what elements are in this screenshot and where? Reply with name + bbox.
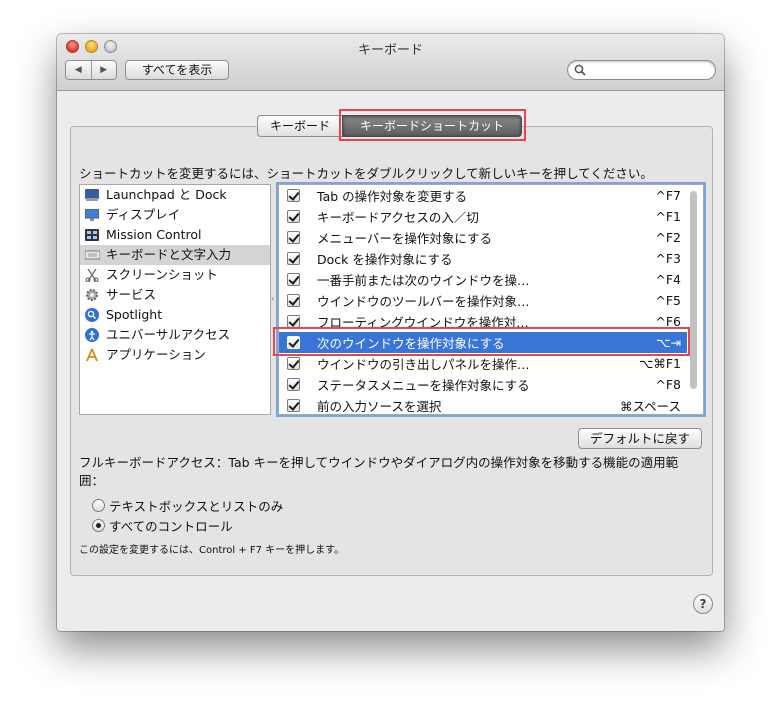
- full-keyboard-access-label: フルキーボードアクセス：Tab キーを押してウインドウやダイアログ内の操作対象を…: [79, 455, 679, 488]
- instruction-text: ショートカットを変更するには、ショートカットをダブルクリックして新しいキーを押し…: [79, 166, 653, 181]
- category-item[interactable]: ユニバーサルアクセス: [80, 325, 270, 345]
- shortcut-checkbox[interactable]: [287, 210, 300, 223]
- screenshot-icon: [84, 267, 100, 283]
- category-item[interactable]: スクリーンショット: [80, 265, 270, 285]
- accessibility-icon: [84, 327, 100, 343]
- shortcut-list: Tab の操作対象を変更する ^F7 キーボードアクセスの入／切 ^F1 メニュ…: [278, 184, 704, 415]
- shortcut-row-selected[interactable]: 次のウインドウを操作対象にする ⌥⇥: [279, 332, 687, 353]
- shortcut-row[interactable]: 一番手前または次のウインドウを操… ^F4: [279, 269, 687, 290]
- shortcut-row[interactable]: ステータスメニューを操作対象にする ^F8: [279, 374, 687, 395]
- shortcut-row[interactable]: Dock を操作対象にする ^F3: [279, 248, 687, 269]
- shortcut-checkbox[interactable]: [287, 231, 300, 244]
- display-icon: [84, 207, 100, 223]
- radio-button[interactable]: [92, 519, 105, 532]
- shortcut-row[interactable]: ウインドウの引き出しパネルを操作… ⌥⌘F1: [279, 353, 687, 374]
- spotlight-icon: [84, 307, 100, 323]
- shortcut-checkbox[interactable]: [287, 273, 300, 286]
- app-store-icon: [84, 347, 100, 363]
- category-item-selected[interactable]: キーボードと文字入力: [80, 245, 270, 265]
- shortcut-checkbox[interactable]: [287, 399, 300, 412]
- shortcut-checkbox[interactable]: [287, 315, 300, 328]
- title-bar: キーボード ◀ ▶ すべてを表示: [57, 34, 724, 91]
- shortcut-checkbox[interactable]: [287, 294, 300, 307]
- launchpad-icon: [84, 187, 100, 203]
- mission-control-icon: [84, 227, 100, 243]
- shortcut-checkbox[interactable]: [287, 189, 300, 202]
- search-icon: [574, 64, 586, 76]
- show-all-button[interactable]: すべてを表示: [125, 60, 229, 80]
- restore-defaults-button[interactable]: デフォルトに戻す: [578, 428, 702, 449]
- tab-bar: キーボード キーボードショートカット: [257, 115, 522, 137]
- nav-back-forward: ◀ ▶: [65, 60, 117, 80]
- search-field[interactable]: [567, 60, 716, 80]
- list-scrollbar[interactable]: [690, 191, 697, 389]
- shortcut-row[interactable]: フローティングウインドウを操作対… ^F6: [279, 311, 687, 332]
- category-item[interactable]: Spotlight: [80, 305, 270, 325]
- category-item[interactable]: Launchpad と Dock: [80, 185, 270, 205]
- gear-icon: [84, 287, 100, 303]
- radio-all-controls[interactable]: すべてのコントロール: [92, 516, 233, 535]
- category-item[interactable]: Mission Control: [80, 225, 270, 245]
- shortcut-row[interactable]: メニューバーを操作対象にする ^F2: [279, 227, 687, 248]
- tab-keyboard-shortcuts[interactable]: キーボードショートカット: [342, 115, 522, 137]
- note-text: この設定を変更するには、Control + F7 キーを押します。: [79, 545, 345, 556]
- shortcut-row[interactable]: キーボードアクセスの入／切 ^F1: [279, 206, 687, 227]
- tab-keyboard[interactable]: キーボード: [257, 115, 342, 137]
- forward-button[interactable]: ▶: [92, 61, 117, 79]
- shortcut-row[interactable]: 前の入力ソースを選択 ⌘スペース: [279, 395, 687, 414]
- shortcut-row[interactable]: Tab の操作対象を変更する ^F7: [279, 185, 687, 206]
- shortcut-checkbox[interactable]: [287, 378, 300, 391]
- shortcut-checkbox[interactable]: [287, 336, 300, 349]
- help-button[interactable]: ?: [693, 594, 713, 614]
- category-list: Launchpad と Dock ディスプレイ Mission Control …: [79, 184, 271, 415]
- shortcut-checkbox[interactable]: [287, 357, 300, 370]
- keyboard-icon: [84, 247, 100, 263]
- radio-text-boxes-lists[interactable]: テキストボックスとリストのみ: [92, 496, 283, 515]
- radio-button[interactable]: [92, 499, 105, 512]
- category-item[interactable]: サービス: [80, 285, 270, 305]
- preferences-window: キーボード ◀ ▶ すべてを表示 キーボード キーボードショートカット ショート…: [57, 34, 724, 631]
- splitter-handle[interactable]: ‹: [271, 294, 274, 303]
- shortcut-checkbox[interactable]: [287, 252, 300, 265]
- shortcut-row[interactable]: ウインドウのツールバーを操作対象… ^F5: [279, 290, 687, 311]
- back-button[interactable]: ◀: [66, 61, 92, 79]
- window-title: キーボード: [357, 43, 423, 58]
- category-item[interactable]: アプリケーション: [80, 345, 270, 365]
- category-item[interactable]: ディスプレイ: [80, 205, 270, 225]
